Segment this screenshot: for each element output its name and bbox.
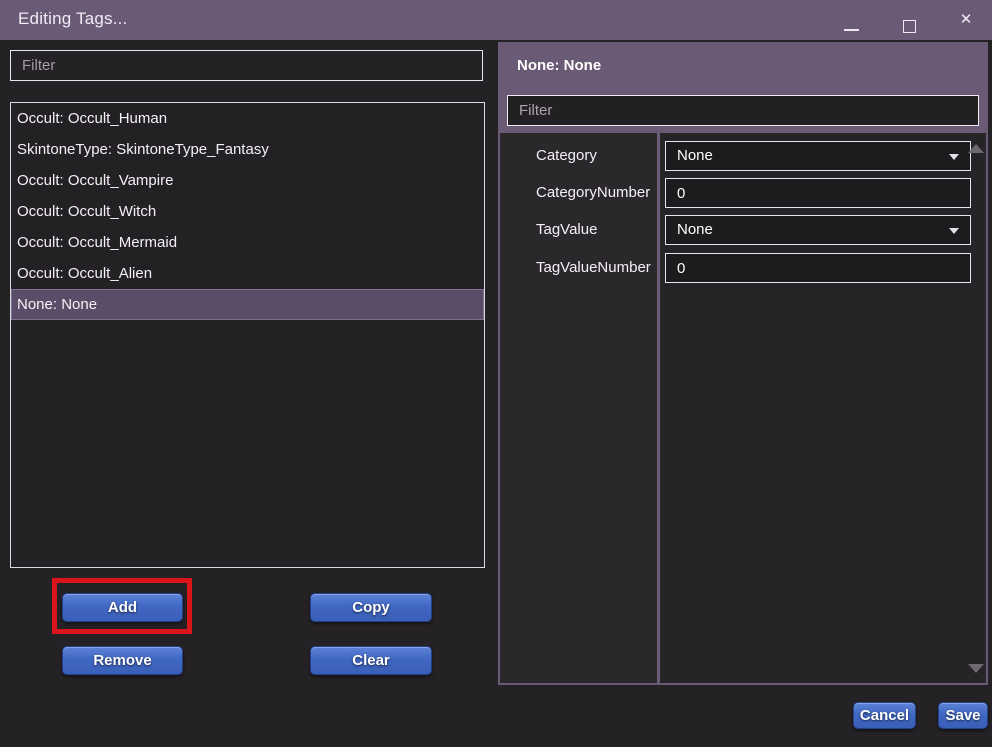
field-label-tagvalue: TagValue xyxy=(536,215,597,245)
add-button[interactable]: Add xyxy=(62,593,183,622)
category-dropdown[interactable]: None xyxy=(665,141,971,171)
tagvalue-dropdown[interactable]: None xyxy=(665,215,971,245)
cancel-button[interactable]: Cancel xyxy=(853,702,916,729)
chevron-down-icon xyxy=(949,154,959,160)
list-item[interactable]: Occult: Occult_Alien xyxy=(11,258,484,289)
minimize-icon xyxy=(844,29,859,31)
list-item[interactable]: Occult: Occult_Witch xyxy=(11,196,484,227)
field-row: TagValue None xyxy=(500,215,986,245)
tagvaluenumber-input[interactable] xyxy=(665,253,971,283)
scroll-up-icon[interactable] xyxy=(968,144,984,153)
list-item[interactable]: None: None xyxy=(11,289,484,320)
tag-list[interactable]: Occult: Occult_HumanSkintoneType: Skinto… xyxy=(10,102,485,568)
field-row: Category None xyxy=(500,141,986,171)
selected-tag-title: None: None xyxy=(517,57,601,74)
value-filter-input[interactable] xyxy=(507,95,979,126)
panel-body: CategoryNoneCategoryNumberTagValueNoneTa… xyxy=(500,133,986,683)
scroll-down-icon[interactable] xyxy=(968,664,984,673)
minimize-button[interactable] xyxy=(833,0,869,40)
remove-button[interactable]: Remove xyxy=(62,646,183,675)
list-item[interactable]: Occult: Occult_Mermaid xyxy=(11,227,484,258)
field-row: CategoryNumber xyxy=(500,178,986,208)
chevron-down-icon xyxy=(949,228,959,234)
field-row: TagValueNumber xyxy=(500,253,986,283)
dropdown-value: None xyxy=(677,147,713,164)
copy-button[interactable]: Copy xyxy=(310,593,432,622)
clear-button[interactable]: Clear xyxy=(310,646,432,675)
window-title: Editing Tags... xyxy=(18,9,127,29)
list-item[interactable]: Occult: Occult_Vampire xyxy=(11,165,484,196)
list-item[interactable]: Occult: Occult_Human xyxy=(11,103,484,134)
titlebar: Editing Tags... ✕ xyxy=(0,0,992,40)
close-button[interactable]: ✕ xyxy=(948,0,984,40)
maximize-button[interactable] xyxy=(891,0,927,40)
tag-filter-input[interactable] xyxy=(10,50,483,81)
panel-header: None: None xyxy=(500,44,986,133)
dropdown-value: None xyxy=(677,221,713,238)
categorynumber-input[interactable] xyxy=(665,178,971,208)
tag-editor-panel: None: None Category None CategoryNumber Tag… xyxy=(498,42,988,685)
app-window: Editing Tags... ✕ Occult: Occult_HumanSk… xyxy=(0,0,992,747)
list-item[interactable]: SkintoneType: SkintoneType_Fantasy xyxy=(11,134,484,165)
maximize-icon xyxy=(903,20,916,33)
field-label-tagvaluenumber: TagValueNumber xyxy=(536,253,651,283)
field-label-categorynumber: CategoryNumber xyxy=(536,178,650,208)
close-icon: ✕ xyxy=(948,0,984,40)
field-label-category: Category xyxy=(536,141,597,171)
save-button[interactable]: Save xyxy=(938,702,988,729)
